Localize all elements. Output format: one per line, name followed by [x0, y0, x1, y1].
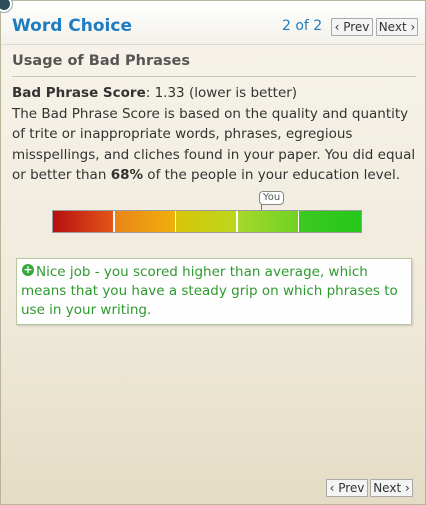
score-meter	[52, 210, 362, 233]
next-button-top[interactable]: Next ›	[376, 18, 418, 36]
meter-segment	[115, 211, 177, 232]
page-count: 2 of 2	[282, 18, 323, 34]
close-icon[interactable]	[0, 0, 12, 12]
feedback-text: Nice job - you scored higher than averag…	[21, 264, 398, 318]
prev-button-bottom[interactable]: ‹ Prev	[326, 479, 368, 497]
meter-segment	[299, 211, 361, 232]
meter-segment	[176, 211, 238, 232]
next-button-bottom[interactable]: Next ›	[370, 479, 413, 497]
you-marker-label: You	[259, 191, 285, 205]
meter-segment	[53, 211, 115, 232]
description-text-end: of the people in your education level.	[143, 167, 401, 183]
score-value: : 1.33 (lower is better)	[145, 85, 298, 101]
feedback-box: + Nice job - you scored higher than aver…	[16, 258, 412, 325]
word-choice-panel: Word Choice 2 of 2 ‹ Prev Next › Usage o…	[0, 0, 426, 505]
percentile: 68%	[110, 167, 144, 183]
divider	[12, 76, 416, 77]
prev-button-top[interactable]: ‹ Prev	[331, 18, 373, 36]
score-description: Bad Phrase Score: 1.33 (lower is better)…	[12, 83, 422, 186]
meter-segment	[238, 211, 300, 232]
panel-header: Word Choice 2 of 2 ‹ Prev Next ›	[0, 0, 425, 45]
panel-title: Word Choice	[12, 16, 132, 36]
score-label: Bad Phrase Score	[12, 85, 146, 101]
section-subtitle: Usage of Bad Phrases	[12, 53, 191, 69]
